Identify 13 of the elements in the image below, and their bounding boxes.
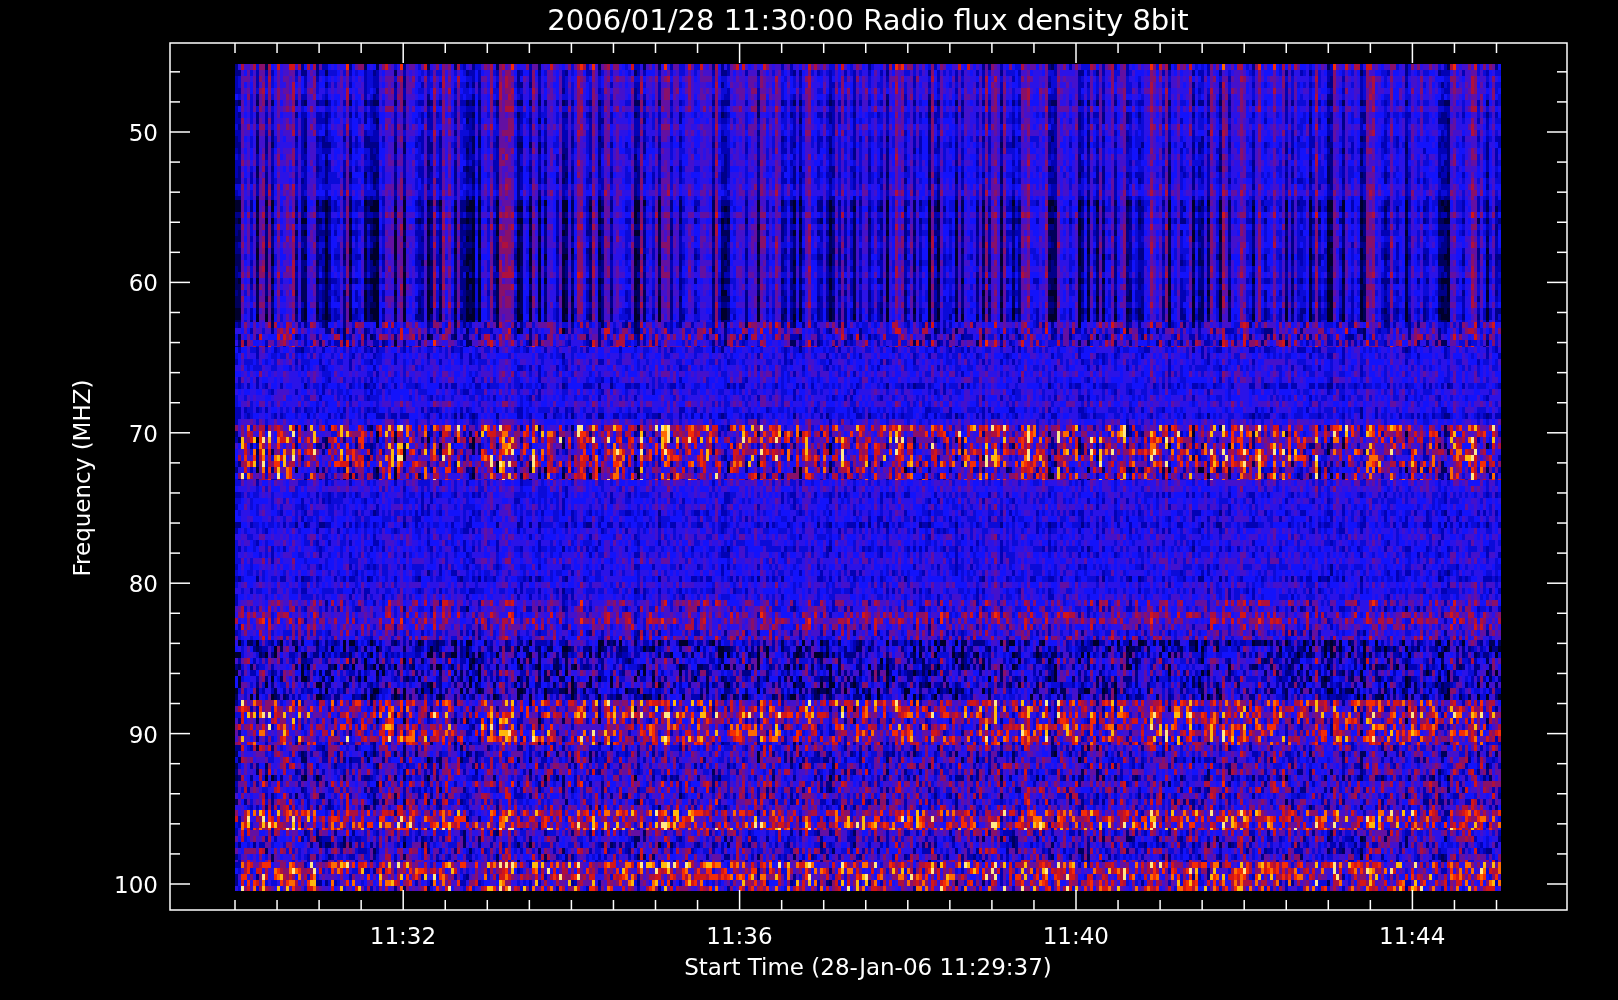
- y-tick-label: 60: [128, 270, 158, 297]
- y-tick-label: 100: [114, 872, 158, 898]
- x-tick-label: 11:32: [369, 923, 437, 949]
- y-tick-label: 80: [128, 571, 158, 598]
- y-tick-label: 50: [128, 120, 158, 146]
- chart-title: 2006/01/28 11:30:00 Radio flux density 8bit: [547, 3, 1189, 37]
- y-axis-label: Frequency (MHZ): [69, 379, 95, 577]
- y-tick-label: 70: [128, 420, 158, 447]
- x-axis-label: Start Time (28-Jan-06 11:29:37): [684, 954, 1052, 980]
- x-tick-label: 11:36: [706, 923, 773, 949]
- x-tick-label: 11:44: [1379, 923, 1446, 949]
- y-tick-label: 90: [128, 721, 158, 748]
- x-tick-label: 11:40: [1042, 923, 1109, 949]
